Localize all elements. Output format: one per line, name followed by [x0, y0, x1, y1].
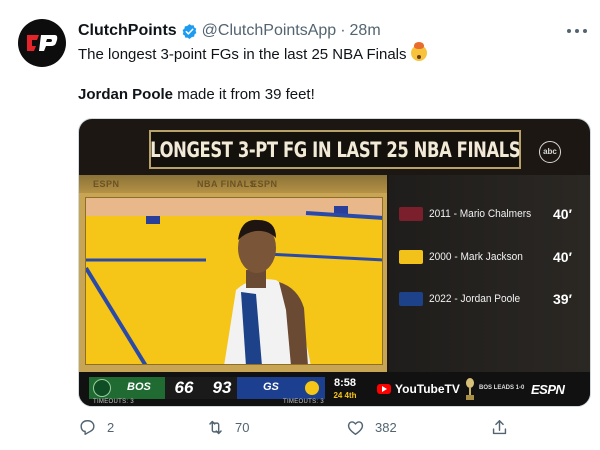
tweet-media[interactable]: LONGEST 3-PT FG IN LAST 25 NBA FINALS ab…: [78, 118, 591, 407]
team1-name: BOS: [127, 381, 151, 393]
team2-score: 93: [203, 377, 241, 399]
game-clock: 8:58: [333, 377, 357, 389]
banner-title: LONGEST 3-PT FG IN LAST 25 NBA FINALS: [149, 137, 521, 162]
player-image: [86, 198, 382, 364]
pacers-logo-icon: [399, 250, 423, 264]
like-button[interactable]: 382: [346, 418, 397, 437]
share-button[interactable]: [490, 418, 519, 437]
scoreboard: BOS 66 93 GS TIMEOUTS: 3 TIMEOUTS: 3 8:5…: [79, 372, 590, 406]
verified-badge-icon: [182, 23, 197, 39]
youtube-tv-label: YouTubeTV: [395, 382, 460, 396]
reply-count: 2: [107, 420, 115, 435]
rankings-panel: 2011 - Mario Chalmers 40′ 2000 - Mark Ja…: [389, 175, 590, 372]
timeouts-gs: TIMEOUTS: 3: [283, 399, 324, 405]
player-name-bold: Jordan Poole: [78, 86, 174, 103]
heart-icon: [347, 421, 364, 435]
ranking-row: 2000 - Mark Jackson 40′: [399, 247, 589, 267]
author-handle[interactable]: @ClutchPointsApp: [202, 22, 337, 40]
tweet-text-rest: made it from 39 feet!: [173, 86, 315, 103]
tweet-text-line2: Jordan Poole made it from 39 feet!: [78, 85, 315, 105]
team2-name: GS: [263, 381, 279, 393]
team1-score: 66: [165, 377, 203, 399]
retweet-button[interactable]: 70: [206, 418, 249, 437]
frame-espn-right: ESPN: [251, 179, 278, 189]
author-name[interactable]: ClutchPoints: [78, 22, 177, 40]
like-count: 382: [375, 420, 397, 435]
ranking-row: 2011 - Mario Chalmers 40′: [399, 204, 589, 224]
ranking-distance: 40′: [553, 249, 572, 265]
frame-espn-left: ESPN: [93, 179, 120, 189]
warriors-logo-icon: [399, 292, 423, 306]
header-separator: ·: [340, 22, 346, 39]
court-video-still: [85, 197, 383, 365]
ranking-distance: 40′: [553, 206, 572, 222]
tweet-text: The longest 3-point FGs in the last 25 N…: [78, 46, 407, 63]
shot-clock-period: 24 4th: [333, 391, 357, 400]
warriors-logo-icon: [303, 379, 321, 397]
youtube-tv-logo: YouTubeTV: [377, 378, 460, 400]
timeouts-bos: TIMEOUTS: 3: [93, 399, 134, 405]
team-gs: GS: [237, 377, 325, 399]
avatar[interactable]: [18, 19, 66, 67]
clutchpoints-logo-icon: [27, 35, 58, 51]
tweet-actions: 2 70 382: [78, 418, 518, 442]
frame-header: ESPN NBA FINALS ESPN: [79, 175, 387, 193]
graphic-banner: LONGEST 3-PT FG IN LAST 25 NBA FINALS: [149, 130, 521, 169]
heat-logo-icon: [399, 207, 423, 221]
ranking-label: 2022 - Jordan Poole: [429, 293, 521, 305]
series-status: BOS LEADS 1-0: [479, 385, 525, 391]
tweet-header: ClutchPoints @ClutchPointsApp · 28m: [78, 21, 381, 41]
reply-icon: [80, 420, 95, 435]
espn-logo: ESPN: [531, 382, 565, 397]
ranking-label: 2000 - Mark Jackson: [429, 251, 523, 263]
frame-finals: NBA FINALS: [197, 179, 257, 189]
retweet-count: 70: [235, 420, 250, 435]
broadcast-frame: ESPN NBA FINALS ESPN: [79, 175, 387, 372]
abc-logo-icon: abc: [539, 141, 561, 163]
ranking-distance: 39′: [553, 291, 572, 307]
youtube-play-icon: [377, 384, 391, 394]
ranking-row: 2022 - Jordan Poole 39′: [399, 289, 589, 309]
retweet-icon: [209, 420, 222, 435]
exploding-head-emoji-icon: [410, 42, 427, 61]
celtics-logo-icon: [93, 379, 111, 397]
more-options-icon[interactable]: [566, 22, 590, 40]
reply-button[interactable]: 2: [78, 418, 114, 437]
tweet-timestamp[interactable]: 28m: [350, 22, 381, 40]
share-icon: [492, 420, 507, 435]
tweet-text-line1: The longest 3-point FGs in the last 25 N…: [78, 42, 427, 65]
ranking-label: 2011 - Mario Chalmers: [429, 208, 532, 220]
trophy-icon: [466, 378, 474, 400]
